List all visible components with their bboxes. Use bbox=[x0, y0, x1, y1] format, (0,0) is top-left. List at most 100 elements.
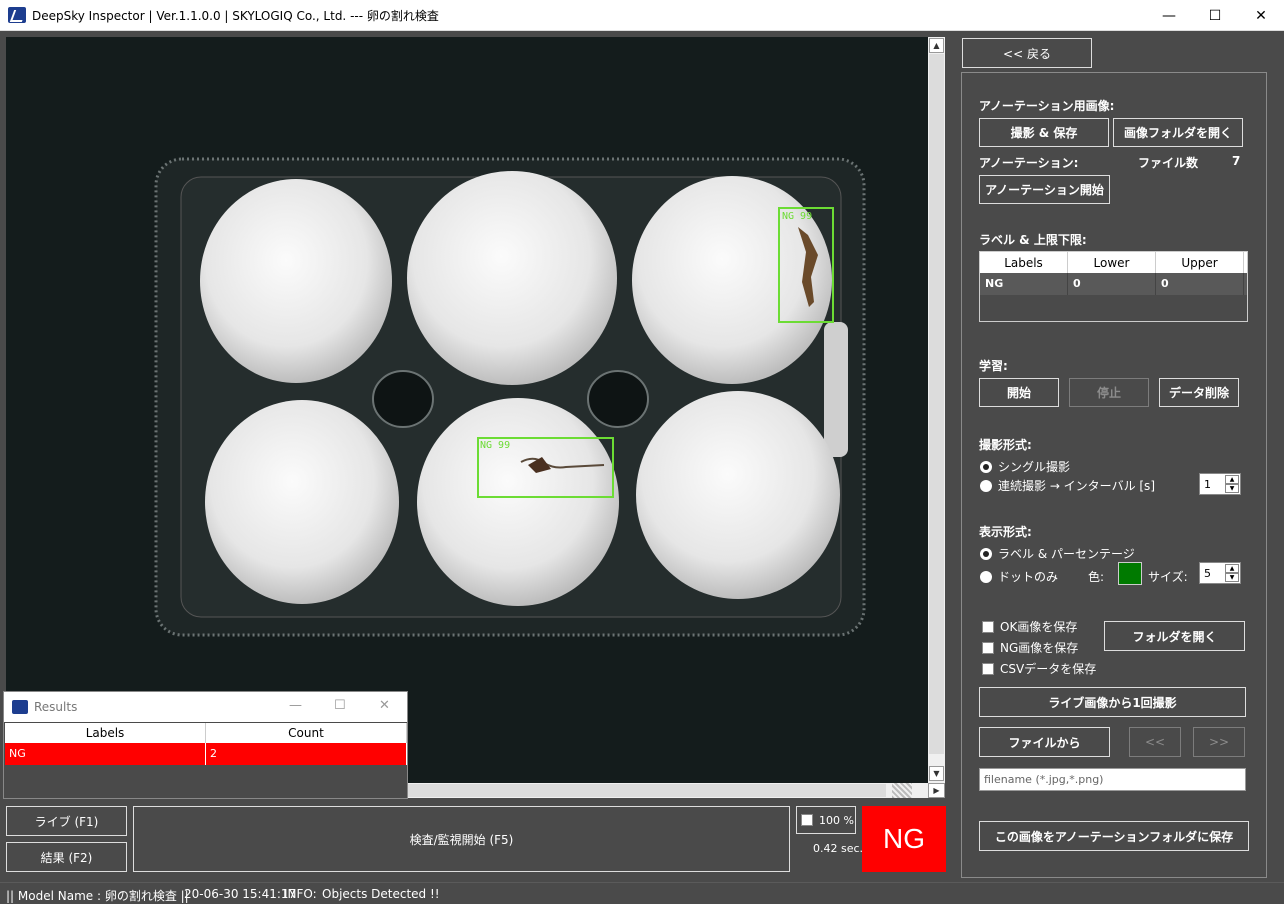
status-info-label: INFO: bbox=[284, 887, 317, 901]
single-capture-radio[interactable]: シングル撮影 bbox=[980, 458, 1070, 475]
radio-unselected-icon[interactable] bbox=[980, 570, 992, 583]
filename-input[interactable]: filename (*.jpg,*.png) bbox=[979, 768, 1246, 791]
detection-label-1: NG 99 bbox=[782, 211, 812, 222]
results-title: Results bbox=[34, 700, 78, 714]
save-ng-checkbox[interactable]: NG画像を保存 bbox=[982, 639, 1078, 656]
scroll-right-icon[interactable]: ▶ bbox=[928, 783, 945, 798]
results-title-bar[interactable]: Results — ☐ ✕ bbox=[4, 692, 407, 722]
cell-count: 2 bbox=[206, 743, 407, 765]
learn-stop-button[interactable]: 停止 bbox=[1069, 378, 1149, 407]
single-capture-label: シングル撮影 bbox=[998, 460, 1071, 474]
capture-once-button[interactable]: ライブ画像から1回撮影 bbox=[979, 687, 1246, 717]
column-header-labels[interactable]: Labels bbox=[980, 252, 1068, 273]
display-mode-label: 表示形式: bbox=[979, 525, 1032, 539]
maximize-button[interactable]: ☐ bbox=[1192, 0, 1238, 31]
status-info-text: Objects Detected !! bbox=[322, 887, 440, 901]
table-row[interactable]: NG 0 0 bbox=[980, 273, 1247, 295]
save-csv-checkbox[interactable]: CSVデータを保存 bbox=[982, 660, 1096, 677]
result-button[interactable]: 結果 (F2) bbox=[6, 842, 127, 872]
stepper-up-icon[interactable]: ▲ bbox=[1225, 475, 1239, 484]
image-viewer[interactable]: NG 99 NG 99 bbox=[6, 37, 928, 783]
title-bar: DeepSky Inspector | Ver.1.1.0.0 | SKYLOG… bbox=[0, 0, 1284, 31]
checkbox-icon[interactable] bbox=[982, 620, 994, 633]
open-image-folder-button[interactable]: 画像フォルダを開く bbox=[1113, 118, 1243, 147]
status-bar: || Model Name : 卵の割れ検査 || 20-06-30 15:41… bbox=[0, 882, 1284, 904]
cell-label[interactable]: NG bbox=[980, 273, 1068, 295]
capture-save-button[interactable]: 撮影 & 保存 bbox=[979, 118, 1109, 147]
table-row[interactable]: NG 2 bbox=[5, 743, 407, 765]
dot-color-swatch[interactable] bbox=[1118, 562, 1142, 585]
size-value: 5 bbox=[1204, 567, 1211, 580]
egg-6 bbox=[636, 391, 840, 599]
minimize-button[interactable]: — bbox=[1146, 0, 1192, 31]
save-csv-label: CSVデータを保存 bbox=[1000, 662, 1097, 676]
column-header-upper[interactable]: Upper bbox=[1156, 252, 1244, 273]
vertical-scrollbar[interactable]: ▲ ▼ bbox=[928, 37, 945, 783]
cell-lower[interactable]: 0 bbox=[1068, 273, 1156, 295]
egg-1 bbox=[200, 179, 392, 383]
capture-mode-label: 撮影形式: bbox=[979, 438, 1032, 452]
scroll-down-icon[interactable]: ▼ bbox=[929, 766, 944, 781]
save-ok-checkbox[interactable]: OK画像を保存 bbox=[982, 618, 1077, 635]
column-header-labels[interactable]: Labels bbox=[5, 723, 206, 743]
label-percentage-radio[interactable]: ラベル & パーセンテージ bbox=[980, 545, 1135, 562]
delete-data-button[interactable]: データ削除 bbox=[1159, 378, 1239, 407]
results-app-icon bbox=[12, 700, 28, 714]
elapsed-time: 0.42 sec. bbox=[813, 842, 864, 855]
color-label: 色: bbox=[1088, 570, 1105, 584]
zoom-toggle[interactable]: 100 % bbox=[796, 806, 856, 834]
continuous-capture-radio[interactable]: 連続撮影 → インターバル [s] bbox=[980, 477, 1155, 494]
interval-stepper[interactable]: 1 ▲ ▼ bbox=[1199, 473, 1241, 495]
cell-upper[interactable]: 0 bbox=[1156, 273, 1244, 295]
from-file-button[interactable]: ファイルから bbox=[979, 727, 1110, 757]
column-header-count[interactable]: Count bbox=[206, 723, 407, 743]
next-image-button[interactable]: >> bbox=[1193, 727, 1245, 757]
learning-label: 学習: bbox=[979, 359, 1008, 373]
results-close-button[interactable]: ✕ bbox=[379, 698, 390, 713]
results-maximize-button[interactable]: ☐ bbox=[334, 698, 346, 713]
radio-selected-icon[interactable] bbox=[980, 460, 992, 473]
interval-value: 1 bbox=[1204, 478, 1211, 491]
window-title: DeepSky Inspector | Ver.1.1.0.0 | SKYLOG… bbox=[32, 9, 439, 23]
save-to-annotation-button[interactable]: この画像をアノーテーションフォルダに保存 bbox=[979, 821, 1249, 851]
learn-start-button[interactable]: 開始 bbox=[979, 378, 1059, 407]
column-header-lower[interactable]: Lower bbox=[1068, 252, 1156, 273]
back-button[interactable]: << 戻る bbox=[962, 38, 1092, 68]
egg-4 bbox=[205, 400, 399, 604]
hscroll-thumb[interactable] bbox=[406, 784, 886, 797]
live-button[interactable]: ライブ (F1) bbox=[6, 806, 127, 836]
annotation-start-button[interactable]: アノーテーション開始 bbox=[979, 175, 1110, 204]
egg-2 bbox=[407, 171, 617, 385]
checkbox-icon[interactable] bbox=[982, 641, 994, 654]
open-folder-button[interactable]: フォルダを開く bbox=[1104, 621, 1245, 651]
stepper-up-icon[interactable]: ▲ bbox=[1225, 564, 1239, 573]
verdict-badge: NG bbox=[862, 806, 946, 872]
dot-only-radio[interactable]: ドットのみ bbox=[980, 568, 1058, 585]
radio-unselected-icon[interactable] bbox=[980, 479, 992, 492]
save-ng-label: NG画像を保存 bbox=[1000, 641, 1079, 655]
scroll-thumb[interactable] bbox=[929, 54, 944, 754]
stepper-down-icon[interactable]: ▼ bbox=[1225, 484, 1239, 493]
results-window[interactable]: Results — ☐ ✕ Labels Count NG 2 bbox=[3, 691, 408, 799]
results-minimize-button[interactable]: — bbox=[289, 698, 302, 713]
close-button[interactable]: ✕ bbox=[1238, 0, 1284, 31]
label-limits-table[interactable]: Labels Lower Upper NG 0 0 bbox=[979, 251, 1248, 322]
continuous-capture-label: 連続撮影 → インターバル [s] bbox=[998, 479, 1155, 493]
radio-selected-icon[interactable] bbox=[980, 547, 992, 560]
egg-tray-image: NG 99 NG 99 bbox=[6, 37, 928, 783]
annotation-label: アノーテーション: bbox=[979, 156, 1079, 170]
status-timestamp: 20-06-30 15:41:17 bbox=[184, 887, 297, 901]
prev-image-button[interactable]: << bbox=[1129, 727, 1181, 757]
size-stepper[interactable]: 5 ▲ ▼ bbox=[1199, 562, 1241, 584]
zoom-checkbox[interactable] bbox=[801, 814, 813, 826]
detection-label-2: NG 99 bbox=[480, 440, 510, 451]
file-count-label: ファイル数 bbox=[1138, 156, 1199, 170]
checkbox-icon[interactable] bbox=[982, 662, 994, 675]
app-logo-icon bbox=[8, 7, 26, 23]
status-model: || Model Name : 卵の割れ検査 || bbox=[6, 889, 189, 903]
annotation-images-label: アノーテーション用画像: bbox=[979, 99, 1115, 113]
scroll-up-icon[interactable]: ▲ bbox=[929, 38, 944, 53]
resize-grip-icon[interactable] bbox=[892, 783, 912, 798]
inspect-start-button[interactable]: 検査/監視開始 (F5) bbox=[133, 806, 790, 872]
stepper-down-icon[interactable]: ▼ bbox=[1225, 573, 1239, 582]
